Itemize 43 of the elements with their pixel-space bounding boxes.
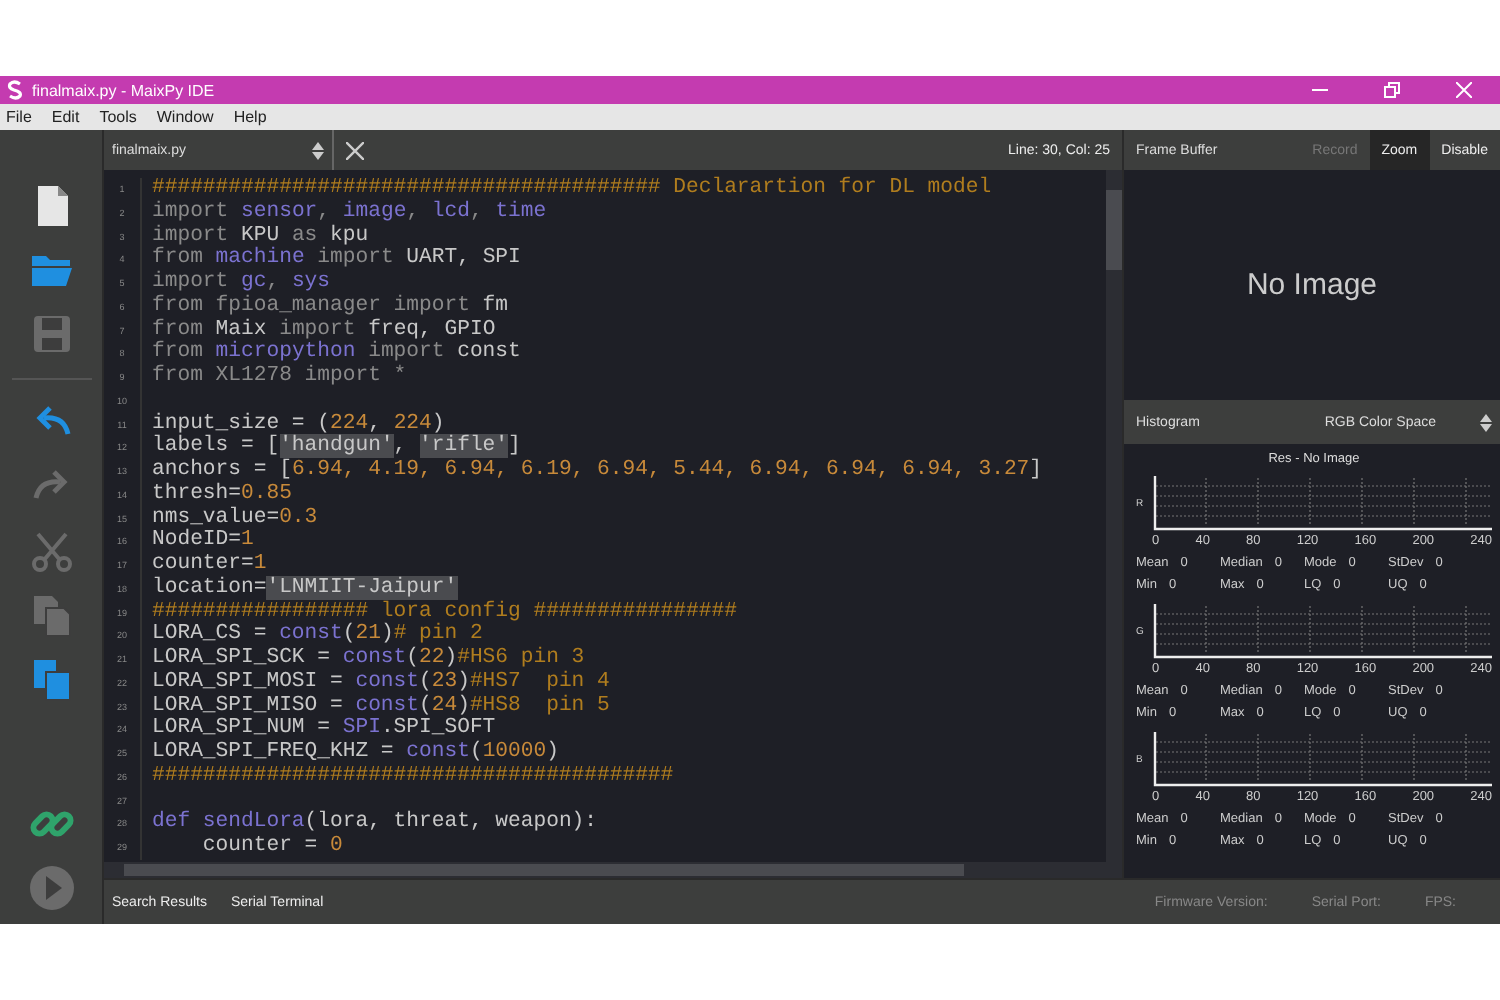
code-line: from micropython import const bbox=[152, 342, 521, 365]
code-line: nms_value=0.3 bbox=[152, 507, 318, 529]
code-line: labels = ['handgun', 'rifle'] bbox=[152, 436, 521, 459]
code-line: ################# lora config ################ bbox=[152, 601, 737, 623]
app-logo-icon bbox=[6, 80, 24, 100]
code-line: from machine import UART, SPI bbox=[152, 248, 521, 271]
code-line: LORA_SPI_FREQ_KHZ = const(10000) bbox=[152, 742, 559, 766]
horizontal-scrollbar[interactable] bbox=[104, 862, 1122, 878]
play-icon[interactable] bbox=[27, 864, 75, 912]
restore-icon[interactable] bbox=[1384, 82, 1400, 98]
code-line: ######################################### bbox=[152, 765, 674, 789]
code-line: anchors = [6.94, 4.19, 6.94, 6.19, 6.94, 5.44, 6.94, 6.94, 6.94, 3.27] bbox=[152, 460, 1043, 482]
menu-item[interactable]: Edit bbox=[51, 108, 80, 126]
code-line: from fpioa_manager import fm bbox=[152, 295, 509, 318]
window-title: finalmaix.py - MaixPy IDE bbox=[32, 81, 217, 99]
up-down-arrows-icon bbox=[1480, 413, 1492, 431]
code-line: location='LNMIIT-Jaipur' bbox=[152, 577, 458, 600]
up-down-arrows-icon bbox=[312, 141, 324, 159]
code-line: counter=1 bbox=[152, 554, 267, 576]
code-line: LORA_CS = const(21)# pin 2 bbox=[152, 624, 483, 647]
code-line: from Maix import freq, GPIO bbox=[152, 319, 496, 341]
code-line: import sensor, image, lcd, time bbox=[152, 201, 547, 224]
menu-item[interactable]: Help bbox=[233, 108, 267, 126]
code-line: from XL1278 import * bbox=[152, 366, 407, 390]
code-line: LORA_SPI_MOSI = const(23)#HS7 pin 4 bbox=[152, 671, 610, 694]
scissors-icon[interactable] bbox=[27, 528, 75, 576]
code-line: LORA_SPI_SCK = const(22)#HS6 pin 3 bbox=[152, 648, 585, 670]
menu-item[interactable]: Tools bbox=[99, 108, 137, 126]
vertical-scrollbar[interactable] bbox=[1106, 170, 1122, 862]
code-line: LORA_SPI_NUM = SPI.SPI_SOFT bbox=[152, 718, 496, 741]
code-line: input_size = (224, 224) bbox=[152, 413, 445, 435]
code-line: import KPU as kpu bbox=[152, 225, 369, 247]
code-line: import gc, sys bbox=[152, 272, 331, 294]
code-line: ######################################## Declarartion for DL model bbox=[152, 178, 992, 200]
code-line: def sendLora(lora, threat, weapon): bbox=[152, 812, 598, 835]
close-icon[interactable] bbox=[346, 141, 364, 159]
menu-item[interactable]: File bbox=[6, 108, 32, 126]
code-line: LORA_SPI_MISO = const(24)#HS8 pin 5 bbox=[152, 695, 610, 717]
code-line: thresh=0.85 bbox=[152, 483, 292, 506]
no-image-message: No Image bbox=[1246, 268, 1378, 302]
menu-item[interactable]: Window bbox=[156, 108, 214, 126]
code-line: counter = 0 bbox=[200, 836, 343, 860]
code-line: NodeID=1 bbox=[152, 530, 254, 554]
